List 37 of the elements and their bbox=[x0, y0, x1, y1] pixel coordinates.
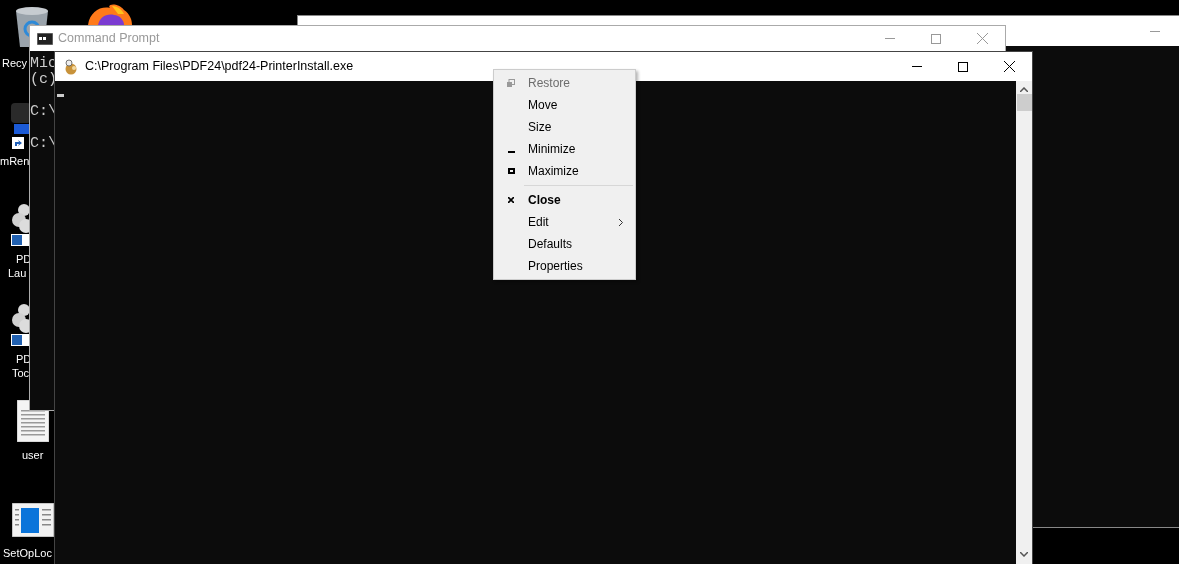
console-icon bbox=[37, 32, 53, 45]
close-icon bbox=[976, 33, 988, 44]
minimize-icon bbox=[507, 151, 515, 153]
window-settings-icon[interactable] bbox=[12, 503, 54, 537]
close-icon bbox=[1003, 61, 1015, 72]
minimize-icon bbox=[1150, 30, 1160, 32]
text-cursor bbox=[57, 94, 64, 97]
scrollbar[interactable] bbox=[1016, 81, 1032, 564]
menu-item[interactable]: Edit bbox=[494, 211, 633, 233]
icon-label: user bbox=[22, 448, 44, 462]
minimize-icon bbox=[912, 66, 922, 67]
menu-item[interactable]: Minimize bbox=[494, 138, 633, 160]
window-title: C:\Program Files\PDF24\pdf24-PrinterInstall.exe bbox=[85, 58, 354, 76]
menu-item[interactable]: Close bbox=[494, 189, 633, 211]
icon-label: SetOpLoc bbox=[3, 546, 52, 560]
maximize-icon bbox=[507, 168, 515, 174]
menu-item[interactable]: Size bbox=[494, 116, 633, 138]
icon-label: Recy bbox=[2, 56, 28, 70]
menu-item[interactable]: Defaults bbox=[494, 233, 633, 255]
scroll-thumb[interactable] bbox=[1016, 94, 1032, 111]
icon-label: Toc bbox=[12, 366, 30, 380]
console-text: (c) bbox=[30, 72, 57, 88]
menu-item[interactable]: Move bbox=[494, 94, 633, 116]
app-shortcut-icon[interactable] bbox=[10, 103, 32, 151]
restore-icon bbox=[507, 79, 515, 87]
browser-icon[interactable] bbox=[88, 4, 132, 25]
close-icon bbox=[508, 197, 514, 203]
icon-label: Lau bbox=[8, 266, 27, 280]
maximize-icon bbox=[958, 61, 968, 72]
minimize-icon bbox=[885, 38, 895, 39]
menu-item[interactable]: Properties bbox=[494, 255, 633, 277]
scroll-down-icon[interactable] bbox=[1020, 552, 1028, 557]
icon-label: mRen bbox=[0, 154, 30, 168]
window-title: Command Prompt bbox=[58, 30, 160, 48]
scroll-up-icon[interactable] bbox=[1020, 87, 1028, 92]
maximize-icon bbox=[931, 33, 941, 44]
menu-item[interactable]: Maximize bbox=[494, 160, 633, 182]
